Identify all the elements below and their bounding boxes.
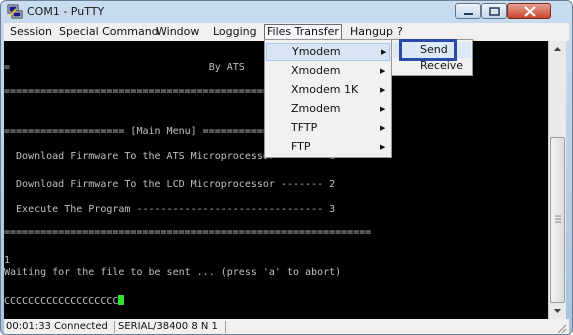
terminal-line: 1	[4, 255, 11, 266]
terminal-cursor	[118, 295, 125, 305]
menu-item-xmodem[interactable]: Xmodem ▶	[266, 62, 390, 80]
terminal-line: = By ATS	[4, 62, 245, 73]
submenu-arrow-icon: ▶	[380, 86, 386, 94]
menu-window[interactable]: Window	[154, 25, 201, 39]
submenu-arrow-icon: ▶	[380, 143, 386, 151]
scroll-thumb[interactable]	[550, 137, 565, 303]
connection-state: Connected	[54, 321, 108, 332]
close-button[interactable]	[507, 3, 551, 19]
maximize-icon	[489, 7, 500, 16]
menu-item-zmodem[interactable]: Zmodem ▶	[266, 100, 390, 118]
menu-logging[interactable]: Logging	[211, 25, 259, 39]
submenu-arrow-icon: ▶	[380, 67, 386, 75]
scroll-up-icon[interactable]	[549, 41, 566, 57]
menu-session[interactable]: Session	[8, 25, 54, 39]
submenu-arrow-icon: ▶	[380, 105, 386, 113]
submenu-arrow-icon: ▶	[381, 48, 387, 56]
terminal-line: ==================== [Main Menu] =======…	[4, 126, 275, 137]
close-icon	[524, 6, 536, 17]
menu-item-xmodem-1k[interactable]: Xmodem 1K ▶	[266, 81, 390, 99]
scroll-down-icon[interactable]	[549, 303, 566, 319]
menu-item-ftp[interactable]: FTP ▶	[266, 138, 390, 156]
window-title: COM1 - PuTTY	[27, 5, 105, 18]
menu-item-ymodem[interactable]: Ymodem ▶	[266, 43, 390, 61]
menu-files-transfer[interactable]: Files Transfer	[264, 24, 342, 40]
terminal-prompt-line: CCCCCCCCCCCCCCCCCCC	[4, 295, 125, 307]
terminal-line: ========================================…	[4, 86, 287, 97]
menu-help[interactable]: ?	[395, 25, 405, 39]
terminal-line: Download Firmware To the LCD Microproces…	[4, 179, 336, 190]
menu-hangup[interactable]: Hangup	[348, 25, 395, 39]
maximize-button[interactable]	[481, 3, 507, 19]
terminal-line: Execute The Program --------------------…	[4, 204, 336, 215]
status-divider	[225, 321, 226, 333]
elapsed-time: 00:01:33	[6, 321, 51, 332]
title-bar[interactable]: COM1 - PuTTY	[1, 1, 572, 23]
terminal-line: ========================================…	[4, 227, 372, 238]
transfer-progress-text: CCCCCCCCCCCCCCCCCCC	[4, 296, 119, 307]
menu-special-command[interactable]: Special Command	[57, 25, 161, 39]
serial-settings: SERIAL/38400 8 N 1	[118, 321, 218, 332]
status-divider	[114, 321, 115, 333]
minimize-button[interactable]	[455, 3, 481, 19]
terminal-line: Waiting for the file to be sent ... (pre…	[4, 267, 342, 278]
status-bar: 00:01:33 Connected SERIAL/38400 8 N 1	[4, 319, 569, 334]
vertical-scrollbar[interactable]	[548, 41, 566, 319]
scroll-grip-icon	[555, 215, 561, 223]
minimize-icon	[464, 13, 473, 15]
send-callout-box	[399, 39, 457, 61]
files-transfer-menu: Ymodem ▶ Xmodem ▶ Xmodem 1K ▶ Zmodem ▶ T…	[264, 39, 392, 158]
resize-grip-icon[interactable]	[555, 322, 567, 334]
putty-app-icon	[7, 4, 23, 19]
menu-item-tftp[interactable]: TFTP ▶	[266, 119, 390, 137]
submenu-arrow-icon: ▶	[380, 124, 386, 132]
